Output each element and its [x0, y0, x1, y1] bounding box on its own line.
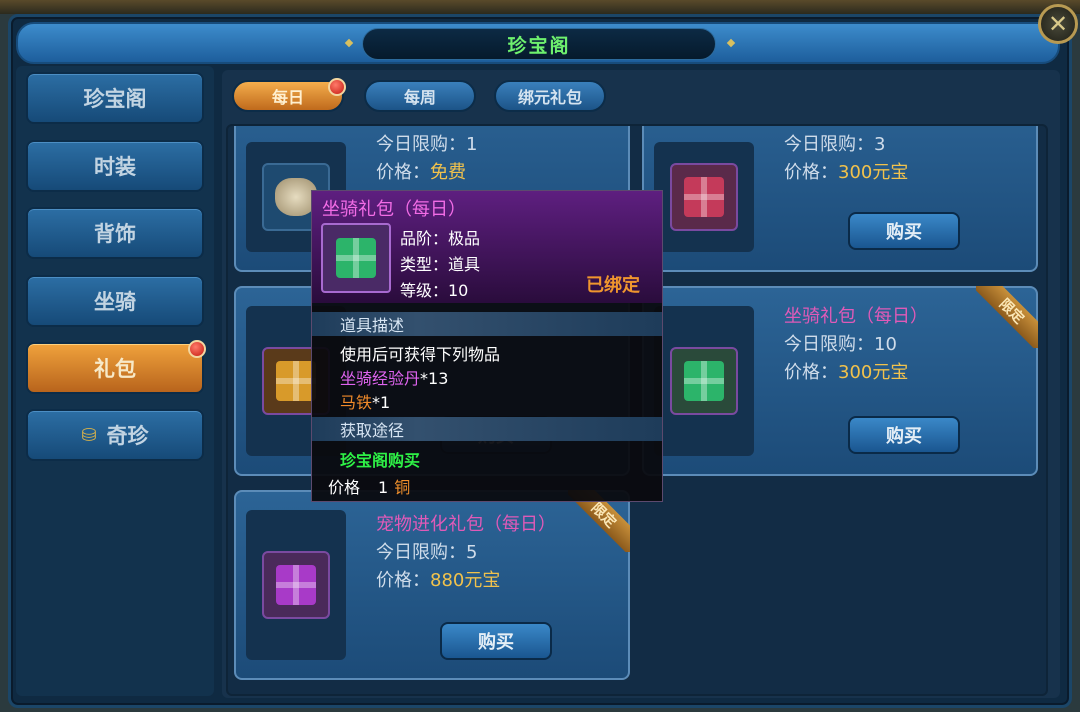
price-label: 价格：	[376, 162, 430, 183]
reward-name: 坐骑经验丹	[340, 369, 421, 388]
item-name: 坐骑礼包（每日）	[784, 306, 928, 327]
price-unit: 铜	[394, 478, 411, 497]
tooltip-level: 等级：10	[400, 281, 469, 300]
tooltip-quality: 品阶：极品	[400, 229, 481, 248]
tooltip-source: 珍宝阁购买	[340, 451, 421, 470]
tab-label: 绑元礼包	[517, 88, 582, 107]
notification-dot	[328, 78, 346, 96]
price-value: 免费	[430, 162, 466, 183]
sidebar-item-fashion[interactable]: 时装	[26, 140, 204, 192]
reward-qty: *1	[372, 393, 391, 412]
tab-label: 每周	[403, 88, 436, 107]
price-label: 价格：	[376, 570, 430, 591]
tooltip-section-description: 道具描述	[312, 312, 662, 336]
price-value: 880元宝	[430, 570, 501, 591]
purchase-limit: 今日限购：10	[784, 334, 897, 355]
shop-card: 宠物进化礼包（每日） 今日限购：5 价格：880元宝 购买 限定	[234, 490, 630, 680]
price-value: 1	[378, 478, 389, 497]
tooltip-price: 价格 1 铜	[328, 474, 410, 498]
tooltip-section-source: 获取途径	[312, 417, 662, 441]
sidebar-item-mount[interactable]: 坐骑	[26, 275, 204, 327]
tooltip-reward-2: 马铁*1	[340, 389, 390, 413]
price-label: 价格：	[784, 162, 838, 183]
item-name: 宠物进化礼包（每日）	[376, 514, 556, 535]
sidebar-item-rare[interactable]: ⛁ 奇珍	[26, 409, 204, 461]
sidebar-item-label: 坐骑	[94, 290, 136, 314]
item-slot[interactable]	[654, 306, 754, 456]
close-icon: ✕	[1047, 10, 1069, 38]
item-slot[interactable]	[246, 510, 346, 660]
green-gift-icon	[670, 347, 738, 415]
purple-gift-icon	[262, 551, 330, 619]
reward-qty: *13	[420, 369, 449, 388]
shop-card: 坐骑礼包（每日） 今日限购：10 价格：300元宝 购买 限定	[642, 286, 1038, 476]
item-slot[interactable]	[654, 142, 754, 252]
tooltip-description: 使用后可获得下列物品	[340, 345, 501, 364]
price-label: 价格：	[784, 362, 838, 383]
top-status-strip	[0, 0, 1080, 14]
sidebar-item-back-accessory[interactable]: 背饰	[26, 207, 204, 259]
sidebar-item-zhenbaoge[interactable]: 珍宝阁	[26, 72, 204, 124]
price-line: 价格：免费	[376, 158, 466, 184]
item-tooltip: 坐骑礼包（每日） 品阶：极品 类型：道具 等级：10 已绑定 道具描述 使用后可…	[311, 190, 663, 502]
tab-weekly[interactable]: 每周	[364, 80, 476, 112]
tooltip-reward-1: 坐骑经验丹*13	[340, 365, 448, 389]
purchase-limit: 今日限购：5	[376, 542, 478, 563]
limited-ribbon: 限定	[976, 286, 1038, 348]
purchase-limit: 今日限购：3	[784, 134, 886, 155]
notification-dot	[188, 340, 206, 358]
shop-card: 今日限购：3 价格：300元宝 购买	[642, 126, 1038, 272]
price-label: 价格	[328, 478, 361, 497]
sidebar-item-label: 奇珍	[106, 424, 149, 448]
buy-button[interactable]: 购买	[848, 212, 960, 250]
price-line: 价格：300元宝	[784, 158, 908, 184]
close-button[interactable]: ✕	[1038, 4, 1078, 44]
price-line: 价格：880元宝	[376, 566, 500, 592]
reward-name: 马铁	[340, 393, 373, 412]
purchase-limit: 今日限购：1	[376, 134, 478, 155]
price-value: 300元宝	[838, 362, 909, 383]
sidebar-item-label: 时装	[94, 155, 136, 179]
green-gift-icon	[321, 223, 391, 293]
sidebar-item-gift-pack[interactable]: 礼包	[26, 342, 204, 394]
window-title: 珍宝阁	[362, 28, 716, 60]
buy-button[interactable]: 购买	[848, 416, 960, 454]
bound-status: 已绑定	[586, 275, 640, 296]
tooltip-type: 类型：道具	[400, 255, 481, 274]
tab-bound-yuan-pack[interactable]: 绑元礼包	[494, 80, 606, 112]
coin-stack-icon: ⛁	[81, 424, 97, 446]
tab-label: 每日	[271, 88, 304, 107]
tooltip-title: 坐骑礼包（每日）	[322, 199, 466, 220]
red-gift-icon	[670, 163, 738, 231]
sidebar-item-label: 背饰	[94, 222, 136, 246]
price-line: 价格：300元宝	[784, 358, 908, 384]
buy-button[interactable]: 购买	[440, 622, 552, 660]
sidebar-item-label: 珍宝阁	[83, 87, 147, 111]
price-value: 300元宝	[838, 162, 909, 183]
sidebar-item-label: 礼包	[94, 357, 136, 381]
